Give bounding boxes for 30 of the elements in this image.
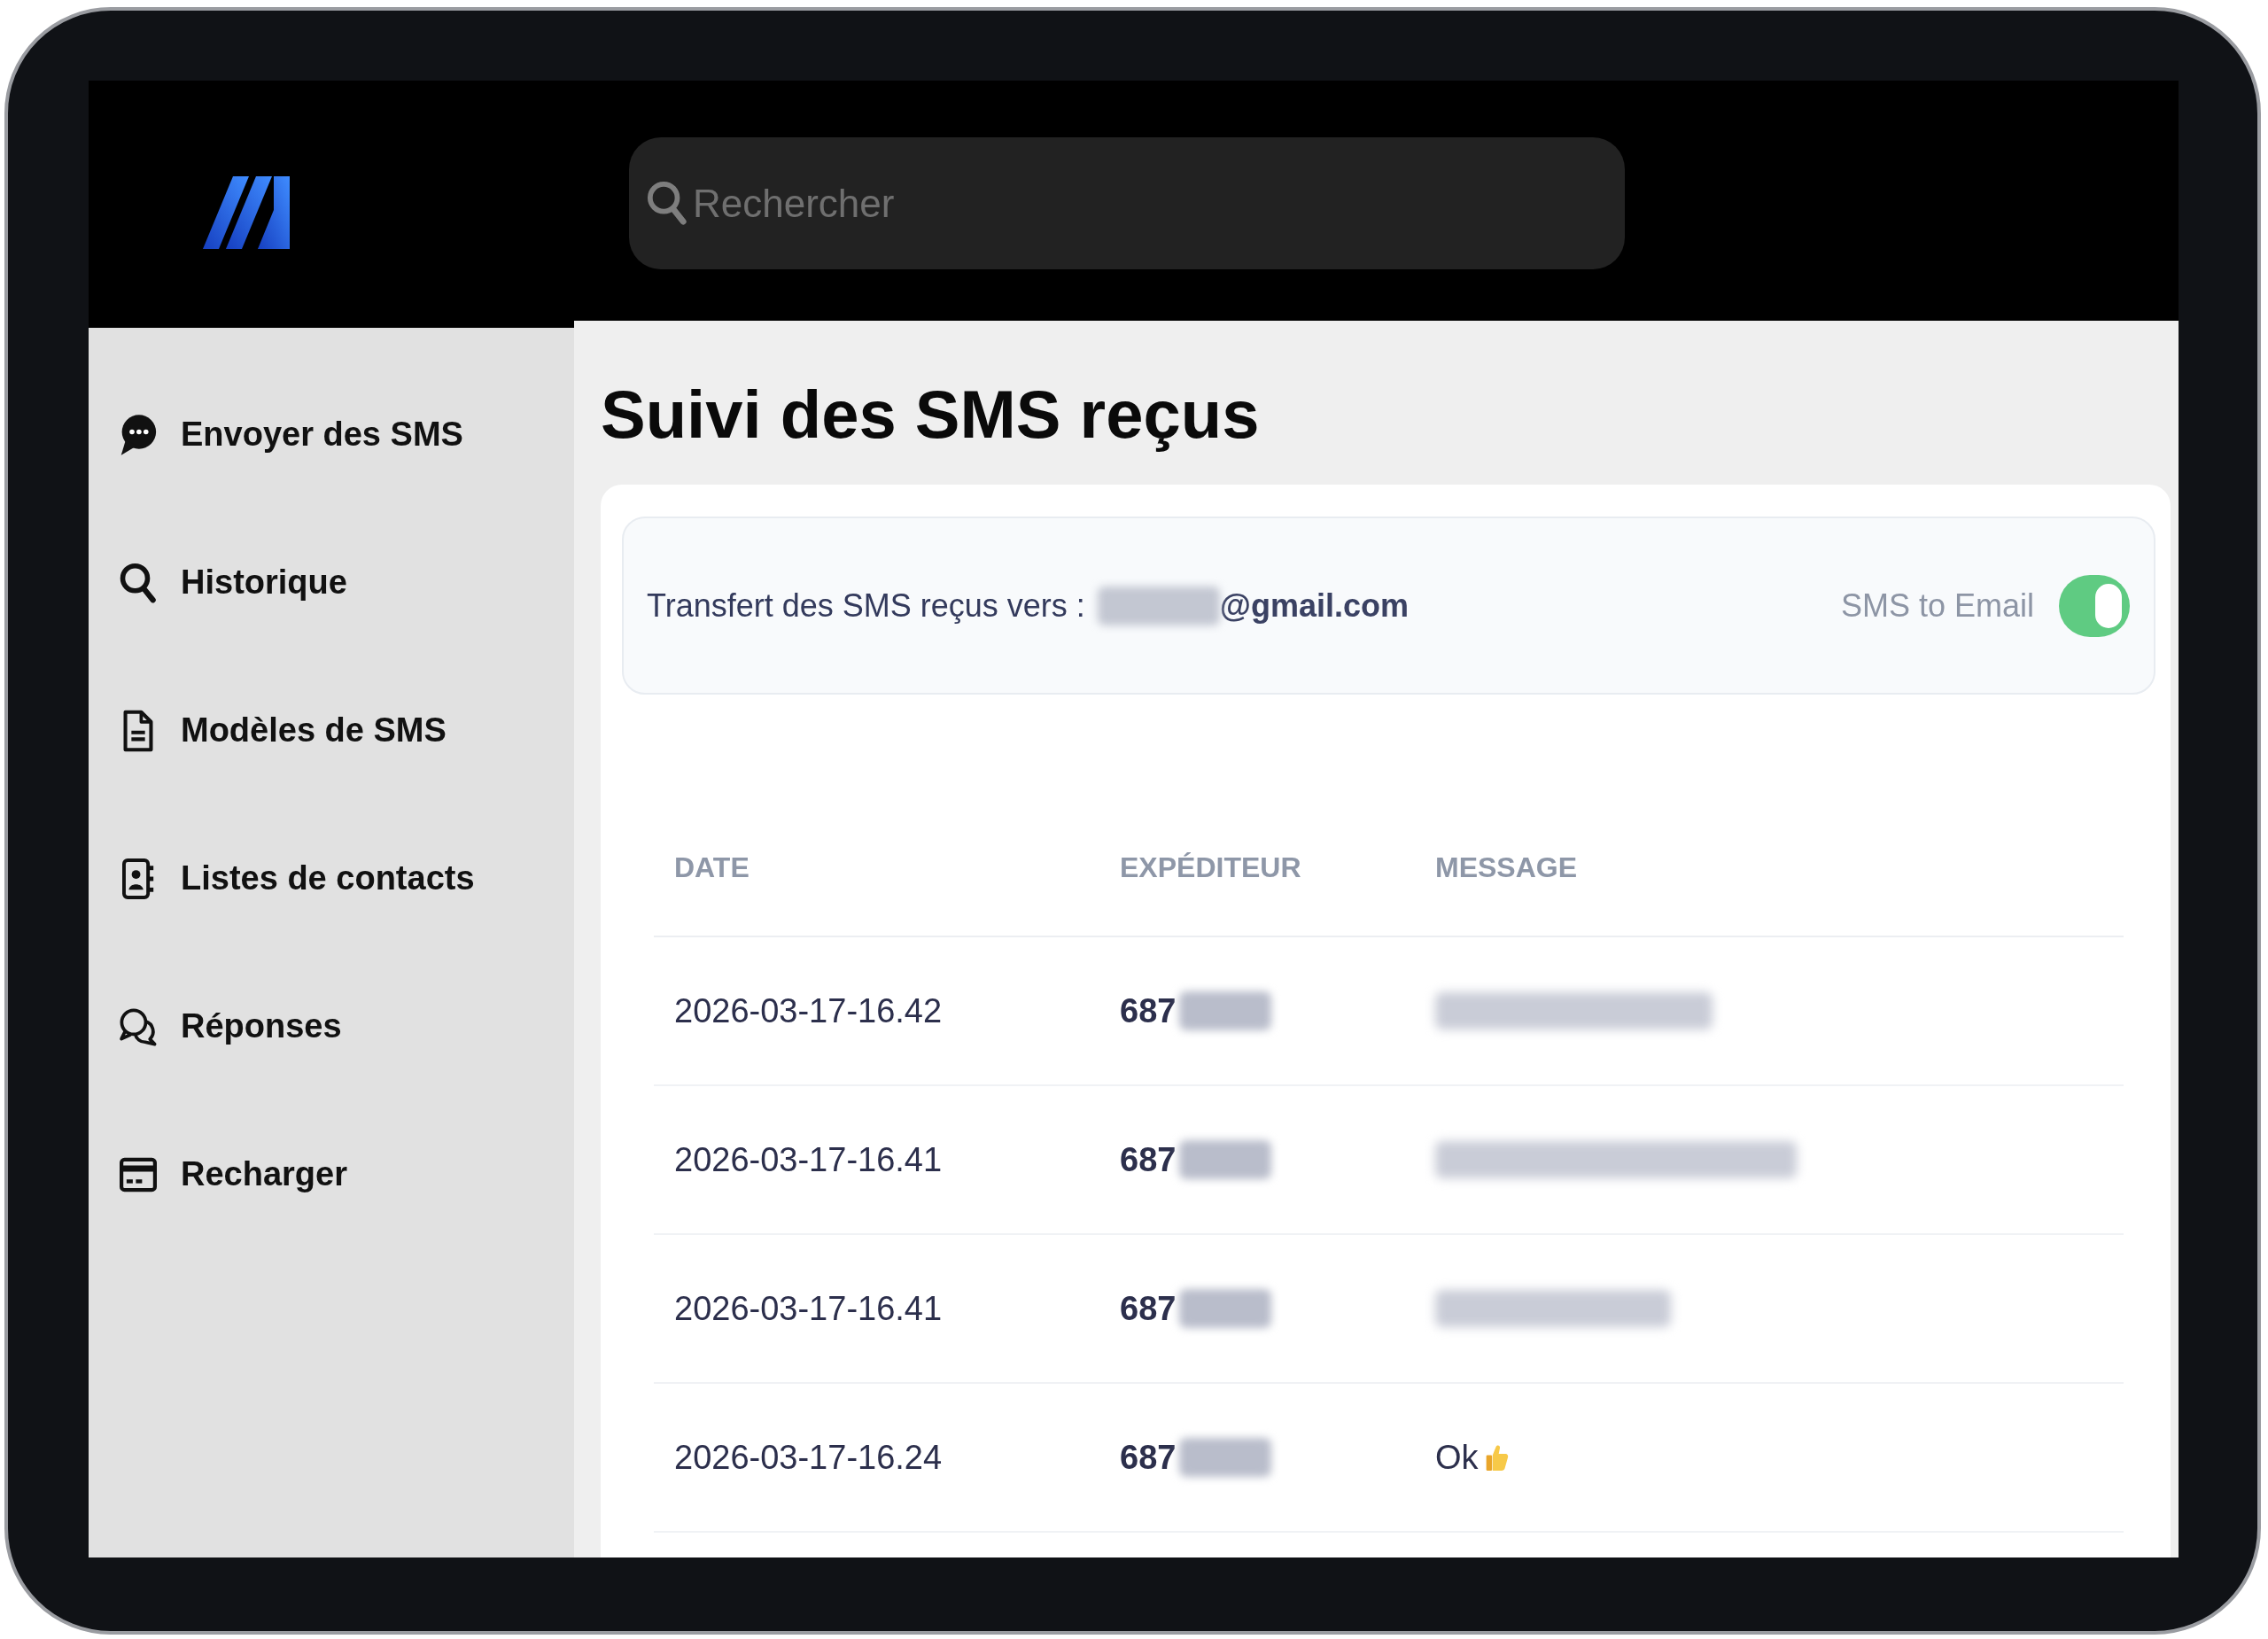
table-cell-text: 2026-03-17-16.41 <box>674 1139 943 1180</box>
table-cell-text: 2026-03-17-16.42 <box>674 990 943 1031</box>
table-cell-text: 2026-03-17-16.24 <box>674 1437 943 1478</box>
sidebar-item[interactable]: Recharger <box>89 1100 574 1248</box>
table-cell-text: 2026-03-17-16.41 <box>674 1288 943 1329</box>
sidebar-item[interactable]: Envoyer des SMS <box>89 361 574 509</box>
forwarding-label: Transfert des SMS reçus vers : <box>647 586 1085 625</box>
logo-icon <box>203 176 290 249</box>
search-icon <box>120 562 157 603</box>
message-text: Ok <box>1435 1437 1479 1478</box>
column-header: MESSAGE <box>1435 851 1578 885</box>
sender-number: 687 <box>1120 1437 1177 1478</box>
chat-bubble-icon <box>120 414 157 455</box>
sender-number: 687 <box>1120 1288 1177 1329</box>
credit-card-icon <box>120 1156 157 1192</box>
sidebar-item[interactable]: Réponses <box>89 952 574 1100</box>
sender-number: 687 <box>1120 1139 1177 1180</box>
column-header: EXPÉDITEUR <box>1120 851 1301 885</box>
search-field[interactable]: Rechercher <box>629 137 1625 269</box>
email-address: @gmail.com <box>1219 586 1409 625</box>
sender-number: 687 <box>1120 990 1177 1031</box>
sidebar-item[interactable]: Historique <box>89 509 574 656</box>
speech-bubbles-icon <box>119 1006 158 1046</box>
document-icon <box>123 709 153 752</box>
search-icon <box>647 181 687 225</box>
sidebar-item[interactable]: Modèles de SMS <box>89 656 574 804</box>
contact-book-icon <box>122 857 154 900</box>
column-header: DATE <box>674 851 750 885</box>
toggle-label: SMS to Email <box>1840 586 2034 625</box>
sidebar-item[interactable]: Listes de contacts <box>89 804 574 952</box>
